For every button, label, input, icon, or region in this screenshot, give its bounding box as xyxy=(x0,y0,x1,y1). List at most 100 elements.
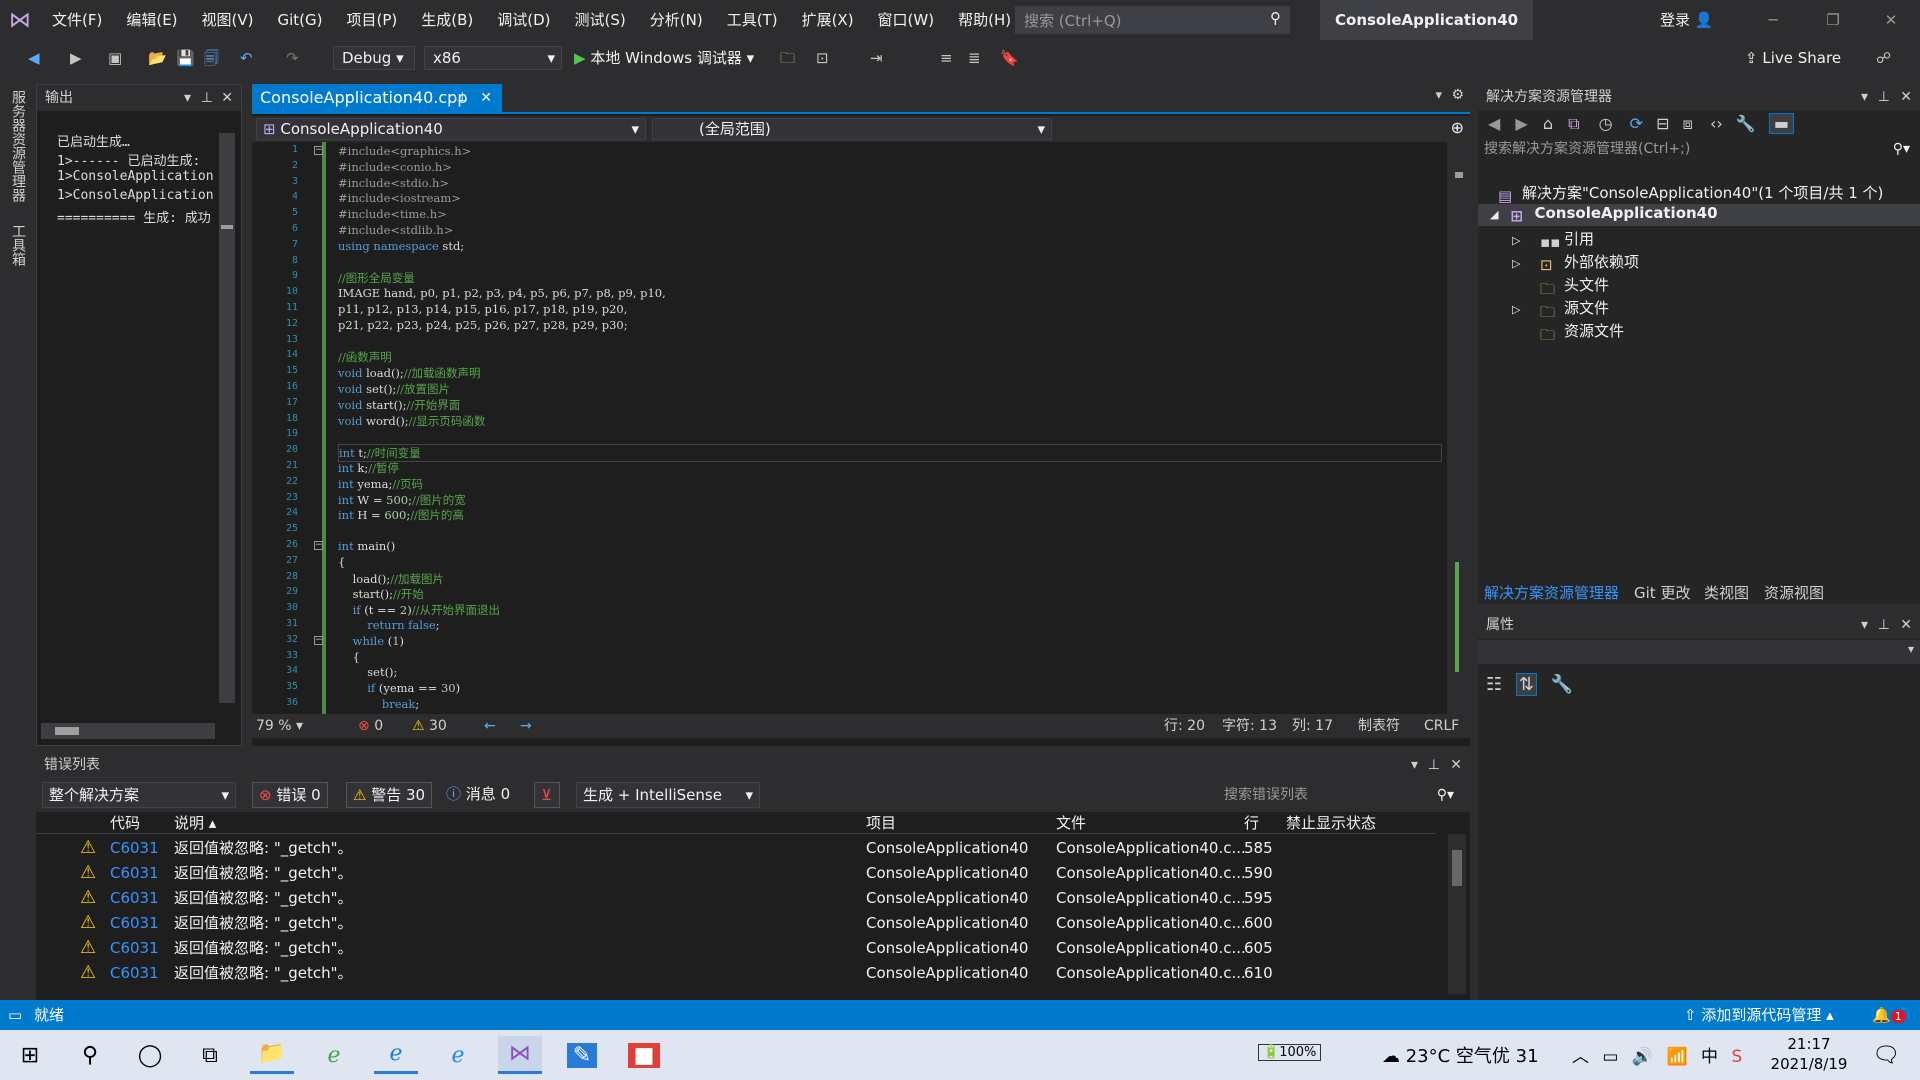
browser-icon[interactable]: ℯ xyxy=(312,1036,356,1074)
code-line[interactable]: break; xyxy=(338,697,419,711)
se-search-input[interactable]: 搜索解决方案资源管理器(Ctrl+;) ⚲▾ xyxy=(1482,138,1916,160)
error-list-scroll-thumb[interactable] xyxy=(1452,850,1462,886)
error-code-link[interactable]: C6031 xyxy=(110,836,159,860)
task-view-icon[interactable]: ⧉ xyxy=(188,1036,232,1074)
column-desc[interactable]: 说明 ▴ xyxy=(174,812,216,834)
feedback-icon[interactable]: ☍ xyxy=(1876,47,1891,69)
visual-studio-icon[interactable]: ⋈ xyxy=(498,1036,542,1074)
table-row[interactable]: ⚠ C6031 返回值被忽略: "_getch"。 ConsoleApplicatio… xyxy=(36,886,1456,910)
show-all-icon[interactable]: ⧈ xyxy=(1683,114,1693,133)
screenshot-icon[interactable]: ⊡ xyxy=(816,47,829,69)
action-center-icon[interactable]: 🗨 xyxy=(1864,1036,1908,1074)
search-input[interactable]: 搜索 (Ctrl+Q) ⚲ xyxy=(1015,6,1290,34)
pin-icon[interactable]: ⊥ xyxy=(201,85,213,111)
column-file[interactable]: 文件 xyxy=(1056,812,1086,834)
close-icon[interactable]: ✕ xyxy=(1450,752,1462,778)
forward-icon[interactable]: ▶ xyxy=(1515,114,1527,133)
pin-icon[interactable]: ⊥ xyxy=(1878,612,1890,638)
dropdown-icon[interactable]: ▾ xyxy=(1861,612,1868,638)
volume-icon[interactable]: 🔊 xyxy=(1632,1047,1653,1067)
code-line[interactable]: { xyxy=(338,650,360,664)
code-area[interactable]: 1 #include<graphics.h> 2 #include<conio.h> 3… xyxy=(252,142,1447,714)
code-line[interactable]: if (t == 2)//从开始界面退出 xyxy=(338,602,500,618)
column-code[interactable]: 代码 xyxy=(110,812,140,834)
file-tab[interactable]: ConsoleApplication40.cpp ⊥ ✕ xyxy=(252,84,502,114)
menu-item[interactable]: 工具(T) xyxy=(715,0,790,40)
output-scroll-thumb[interactable] xyxy=(221,225,233,229)
live-share-button[interactable]: ⇪ Live Share xyxy=(1745,47,1841,69)
object-selector[interactable]: ▾ xyxy=(1478,640,1920,664)
menu-item[interactable]: 窗口(W) xyxy=(866,0,947,40)
switch-view-icon[interactable]: ⧉ xyxy=(1568,114,1579,133)
code-line[interactable]: int H = 600;//图片的高 xyxy=(338,507,464,523)
ie-icon[interactable]: ℯ xyxy=(436,1036,480,1074)
history-icon[interactable]: ◷ xyxy=(1599,114,1613,133)
expand-icon[interactable]: ▷ xyxy=(1512,257,1540,270)
platform-dropdown[interactable]: x86 ▾ xyxy=(424,46,562,70)
tree-item[interactable]: ▷ ⊡ 外部依赖项 xyxy=(1512,251,1639,274)
warnings-filter-button[interactable]: ⚠ 警告 30 xyxy=(346,782,433,808)
collapse-icon[interactable]: − xyxy=(314,541,323,550)
code-line[interactable]: using namespace std; xyxy=(338,239,464,253)
project-dropdown[interactable]: ⊞ ConsoleApplication40 ▾ xyxy=(256,118,646,140)
pin-icon[interactable]: ⊥ xyxy=(457,84,468,112)
tab-list-icon[interactable]: ▾ xyxy=(1435,88,1442,103)
close-button[interactable]: ✕ xyxy=(1868,0,1914,40)
menu-item[interactable]: 调试(D) xyxy=(485,0,562,40)
code-line[interactable]: p11, p12, p13, p14, p15, p16, p17, p18, … xyxy=(338,302,627,316)
collapse-icon[interactable]: − xyxy=(314,635,323,645)
dropdown-icon[interactable]: ▾ xyxy=(1861,84,1868,110)
table-row[interactable]: ⚠ C6031 返回值被忽略: "_getch"。 ConsoleApplicatio… xyxy=(36,861,1456,885)
tree-item[interactable]: 🗀 头文件 xyxy=(1512,274,1609,298)
search-icon[interactable]: ⚲ xyxy=(68,1036,112,1074)
step-icon[interactable]: ⇥ xyxy=(870,47,883,69)
code-line[interactable]: load();//加载图片 xyxy=(338,571,444,587)
expand-icon[interactable]: ▷ xyxy=(1512,303,1540,316)
alphabetical-icon[interactable]: ⇅ xyxy=(1515,673,1537,696)
code-line[interactable]: int W = 500;//图片的宽 xyxy=(338,492,466,508)
menu-item[interactable]: 测试(S) xyxy=(563,0,638,40)
redo-icon[interactable]: ↷ xyxy=(286,47,299,69)
scope-dropdown[interactable]: 整个解决方案 ▾ xyxy=(42,782,236,808)
start-icon[interactable]: ⊞ xyxy=(8,1036,52,1074)
column-line[interactable]: 行 xyxy=(1244,812,1259,834)
code-line[interactable]: #include<iostream> xyxy=(338,191,461,205)
code-line[interactable]: while (1) xyxy=(338,634,404,648)
editor-scroll-thumb[interactable] xyxy=(1455,172,1463,178)
code-line[interactable]: #include<graphics.h> xyxy=(338,144,471,158)
ime-indicator[interactable]: 中 xyxy=(1701,1047,1718,1067)
code-line[interactable]: int t;//时间变量 xyxy=(338,444,1442,463)
tree-item[interactable]: ▷ ▪▪ 引用 xyxy=(1512,228,1594,251)
properties-icon[interactable]: 🔧 xyxy=(1736,114,1756,133)
code-line[interactable]: //图形全局变量 xyxy=(338,270,415,286)
minimize-button[interactable]: ─ xyxy=(1750,0,1796,40)
maximize-button[interactable]: ❐ xyxy=(1810,0,1856,40)
edge-icon[interactable]: ℯ xyxy=(374,1036,418,1074)
save-icon[interactable]: 💾 xyxy=(176,47,195,69)
open-icon[interactable]: 📂 xyxy=(148,47,167,69)
code-line[interactable]: int k;//暂停 xyxy=(338,460,399,476)
folder-icon[interactable]: 🗀 xyxy=(780,47,795,69)
messages-filter-button[interactable]: ⓘ 消息 0 xyxy=(440,782,516,808)
notes-icon[interactable]: ✎ xyxy=(560,1036,604,1074)
search-icon[interactable]: ⚲▾ xyxy=(1437,782,1454,808)
output-hscroll[interactable] xyxy=(41,723,215,739)
expand-icon[interactable]: ▷ xyxy=(1512,234,1540,247)
code-line[interactable]: set(); xyxy=(338,665,397,679)
clock[interactable]: 21:17 2021/8/19 xyxy=(1764,1034,1854,1074)
panel-tab[interactable]: 资源视图 xyxy=(1764,582,1824,603)
zoom-dropdown[interactable]: 79 % ▾ xyxy=(256,714,303,738)
code-line[interactable]: void word();//显示页码函数 xyxy=(338,413,485,429)
source-control-button[interactable]: ⇧ 添加到源代码管理 ▴ xyxy=(1684,1000,1834,1030)
code-line[interactable]: int yema;//页码 xyxy=(338,476,423,492)
warning-indicator[interactable]: ⚠ 30 xyxy=(412,714,447,738)
next-issue-icon[interactable]: → xyxy=(520,714,532,738)
code-line[interactable]: #include<stdlib.h> xyxy=(338,223,453,237)
error-code-link[interactable]: C6031 xyxy=(110,861,159,885)
tray-expand-icon[interactable]: ︿ xyxy=(1572,1047,1589,1067)
close-icon[interactable]: ✕ xyxy=(1900,84,1912,110)
dropdown-icon[interactable]: ▾ xyxy=(1411,752,1418,778)
code-line[interactable]: void load();//加载函数声明 xyxy=(338,365,481,381)
code-line[interactable]: #include<conio.h> xyxy=(338,160,452,174)
code-line[interactable]: #include<time.h> xyxy=(338,207,447,221)
